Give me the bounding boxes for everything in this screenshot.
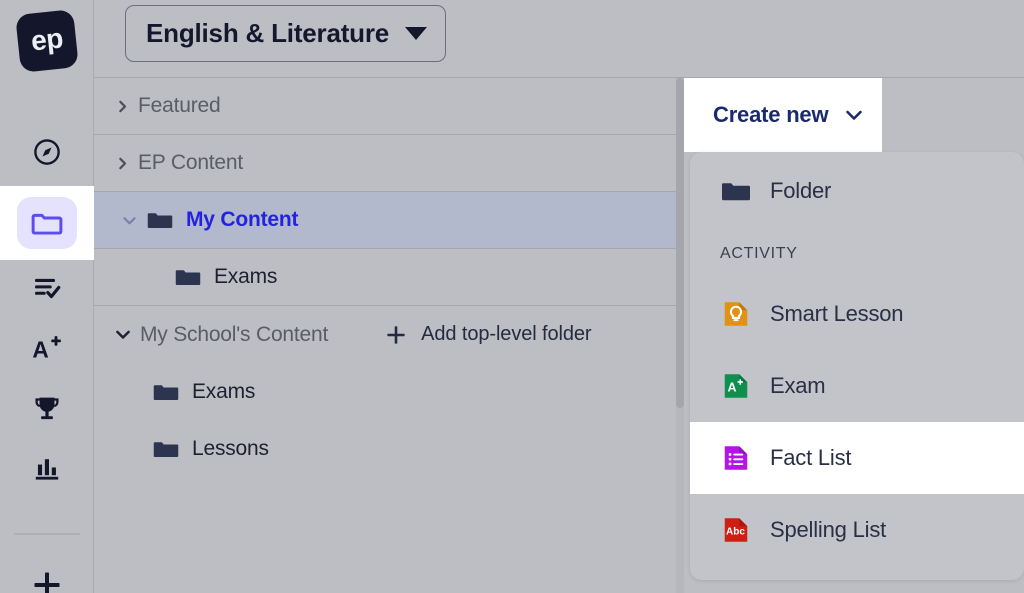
chevron-down-icon[interactable]	[120, 211, 138, 229]
a-plus-icon: A	[32, 336, 61, 362]
add-top-level-folder-label: Add top-level folder	[421, 323, 592, 345]
left-nav-rail: ep A	[0, 0, 94, 593]
bar-chart-icon	[35, 459, 59, 480]
rail-item-grades[interactable]: A	[0, 322, 94, 374]
menu-item-label: Fact List	[770, 445, 852, 470]
menu-item-fact-list[interactable]: Fact List	[690, 422, 1024, 494]
tree-row-label: Exams	[214, 265, 278, 288]
menu-section-activity: ACTIVITY	[720, 245, 798, 262]
menu-item-folder[interactable]: Folder	[690, 152, 1024, 230]
list-doc-icon	[720, 442, 752, 474]
create-new-menu: Folder ACTIVITY Smart Lesson A Exam Fact…	[690, 152, 1024, 580]
rail-item-assignments[interactable]	[0, 262, 94, 314]
subject-selector-label: English & Literature	[146, 18, 390, 48]
menu-item-spelling-list[interactable]: Abc Spelling List	[690, 494, 1024, 566]
a-plus-doc-icon: A	[720, 370, 752, 402]
folder-icon	[153, 441, 179, 457]
tree-scrollbar-track[interactable]	[676, 78, 684, 593]
tree-section-my-schools-content[interactable]: My School's Content Add top-level folder	[94, 306, 676, 363]
plus-icon	[34, 572, 60, 593]
trophy-icon	[35, 397, 59, 420]
content-browser-screen: ep A English & Literature Featured EP Co…	[0, 0, 1024, 593]
folder-icon	[175, 270, 201, 286]
lightbulb-doc-icon	[720, 298, 752, 330]
tree-scrollbar-thumb[interactable]	[676, 78, 684, 408]
chevron-right-icon	[114, 98, 130, 114]
plus-icon	[387, 325, 405, 344]
rail-divider	[14, 533, 80, 535]
tree-row-school-exams[interactable]: Exams	[94, 363, 676, 420]
menu-item-label: Folder	[770, 178, 832, 203]
tree-row-label: Lessons	[192, 436, 269, 460]
compass-icon	[34, 139, 60, 165]
tree-row-label: Exams	[192, 379, 256, 403]
tree-row-label: Featured	[138, 94, 221, 117]
tree-row-label: EP Content	[138, 151, 244, 174]
menu-item-exam[interactable]: A Exam	[690, 350, 1024, 422]
tree-row-featured[interactable]: Featured	[94, 78, 676, 135]
rail-item-achievements[interactable]	[0, 382, 94, 434]
content-tree-panel: Featured EP Content My Content Exams My …	[94, 78, 676, 593]
folder-icon	[31, 213, 63, 235]
ep-logo-text: ep	[29, 22, 65, 57]
rail-active-pill	[17, 197, 77, 249]
svg-text:A: A	[728, 381, 737, 395]
folder-icon	[147, 213, 173, 229]
rail-item-content[interactable]	[0, 186, 94, 260]
task-list-check-icon	[35, 278, 61, 299]
menu-item-label: Spelling List	[770, 517, 887, 542]
rail-item-add[interactable]	[0, 570, 94, 593]
folder-icon	[720, 175, 752, 207]
tree-row-ep-content[interactable]: EP Content	[94, 135, 676, 192]
menu-item-label: Exam	[770, 373, 826, 398]
abc-doc-icon: Abc	[720, 514, 752, 546]
create-new-label: Create new	[713, 102, 829, 127]
folder-icon	[153, 384, 179, 400]
chevron-down-icon	[846, 110, 863, 120]
add-top-level-folder-button[interactable]: Add top-level folder	[384, 323, 592, 347]
tree-row-school-lessons[interactable]: Lessons	[94, 420, 676, 477]
svg-text:Abc: Abc	[726, 527, 745, 538]
svg-text:A: A	[32, 336, 48, 362]
subject-selector[interactable]: English & Literature	[125, 5, 447, 62]
chevron-down-icon[interactable]	[114, 326, 132, 344]
create-new-focus-band: Create new	[684, 78, 882, 152]
rail-item-reports[interactable]	[0, 442, 94, 494]
top-bar: English & Literature	[94, 0, 1024, 78]
menu-item-label: Smart Lesson	[770, 301, 904, 326]
tree-row-label: My Content	[186, 208, 299, 231]
tree-row-my-content[interactable]: My Content	[94, 192, 676, 249]
caret-down-icon	[405, 27, 428, 40]
tree-section-label: My School's Content	[140, 322, 329, 346]
create-new-button[interactable]: Create new	[684, 78, 882, 152]
chevron-right-icon	[114, 155, 130, 171]
ep-logo[interactable]: ep	[15, 9, 79, 73]
tree-row-my-content-exams[interactable]: Exams	[94, 249, 676, 306]
menu-item-smart-lesson[interactable]: Smart Lesson	[690, 278, 1024, 350]
rail-item-explore[interactable]	[0, 126, 94, 178]
